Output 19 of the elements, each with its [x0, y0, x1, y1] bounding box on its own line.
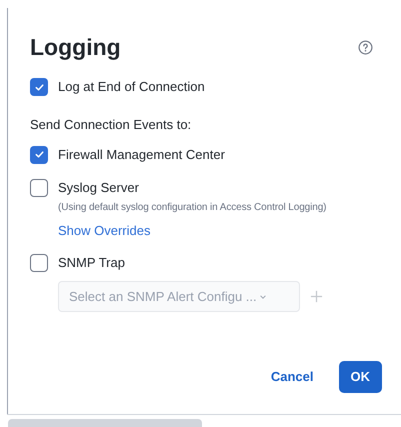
section-label: Send Connection Events to: — [30, 116, 192, 134]
checkbox-label[interactable]: Log at End of Connection — [58, 77, 205, 97]
chevron-icon — [258, 292, 267, 300]
checkmark-icon — [34, 149, 44, 160]
scrollbar[interactable] — [8, 419, 202, 427]
checkbox[interactable] — [30, 78, 48, 96]
help-icon[interactable] — [358, 40, 373, 54]
checkbox-label[interactable]: SNMP Trap — [58, 253, 125, 273]
cancel-button[interactable]: Cancel — [270, 367, 314, 387]
dialog-title: Logging — [30, 32, 121, 62]
ok-button[interactable]: OK — [338, 361, 382, 393]
checkbox-label[interactable]: Firewall Management Center — [58, 144, 225, 164]
checkbox-label[interactable]: Syslog Server — [58, 178, 139, 198]
help-text: (Using default syslog configuration in Access Control Logging) — [58, 200, 328, 214]
checkbox[interactable] — [30, 178, 48, 196]
checkmark-icon — [34, 82, 44, 92]
show-overrides-link[interactable]: Show Overrides — [58, 220, 150, 240]
checkbox[interactable] — [30, 254, 48, 272]
checkbox[interactable] — [30, 146, 48, 164]
